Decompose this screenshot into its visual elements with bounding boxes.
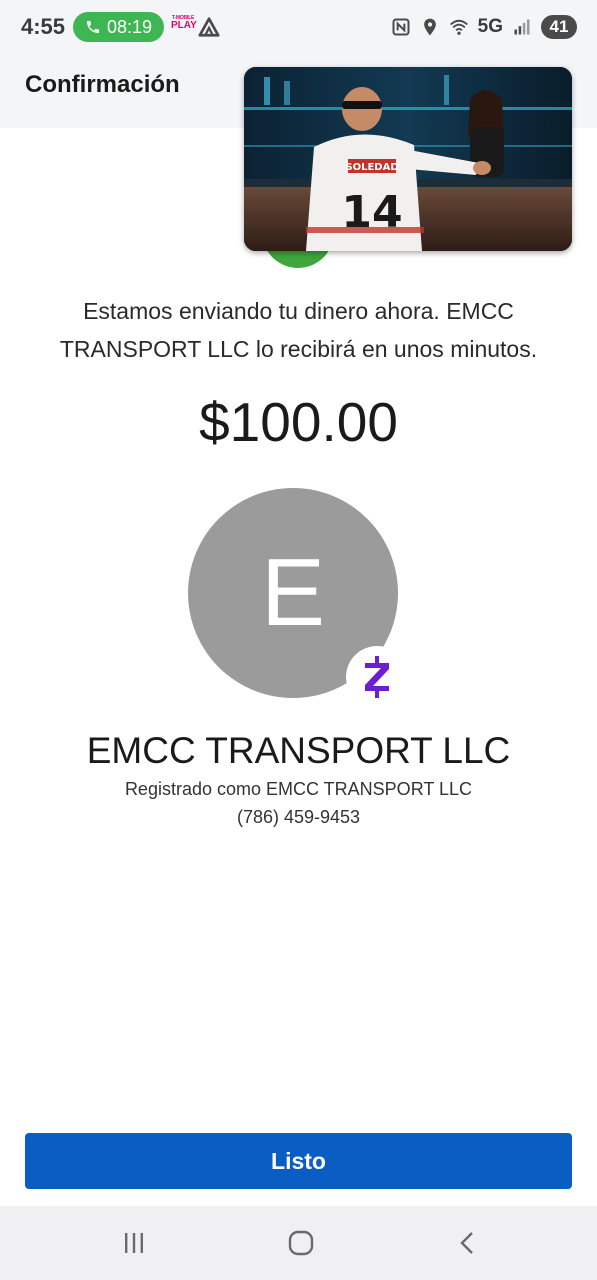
app-notification-icon xyxy=(198,17,220,37)
home-button[interactable] xyxy=(286,1228,316,1258)
recipient-phone: (786) 459-9453 xyxy=(236,807,361,827)
wifi-icon xyxy=(449,19,468,35)
back-button[interactable] xyxy=(453,1228,483,1258)
status-bar: 4:55 08:19 T-MOBILE PLAY 5G 41 xyxy=(0,0,597,56)
tmobile-play-logo: T-MOBILE PLAY xyxy=(171,16,197,31)
carrier-big-label: PLAY xyxy=(171,20,197,31)
confirmation-message: Estamos enviando tu dinero ahora. EMCC T… xyxy=(59,298,538,362)
ongoing-call-pill[interactable]: 08:19 xyxy=(73,12,164,42)
transfer-amount: $100.00 xyxy=(199,391,398,453)
page-title: Confirmación xyxy=(25,71,180,98)
status-time: 4:55 xyxy=(21,14,66,39)
zelle-icon xyxy=(365,656,389,698)
location-icon xyxy=(423,18,436,36)
recent-apps-icon xyxy=(125,1233,143,1253)
call-timer: 08:19 xyxy=(106,16,153,37)
phone-icon xyxy=(86,21,99,33)
system-nav-bar xyxy=(0,1206,597,1280)
recent-apps-button[interactable] xyxy=(119,1228,149,1258)
picture-in-picture-video[interactable]: SOLEDAD 14 xyxy=(244,67,572,251)
home-icon xyxy=(288,1230,314,1256)
registered-as: Registrado como EMCC TRANSPORT LLC xyxy=(124,779,473,799)
recipient-name: EMCC TRANSPORT LLC xyxy=(86,730,511,771)
status-icons: 5G 41 xyxy=(391,12,577,42)
done-button[interactable]: Listo xyxy=(25,1133,572,1189)
avatar-initial: E xyxy=(260,539,326,646)
signal-icon xyxy=(514,19,530,35)
battery-indicator: 41 xyxy=(541,15,577,39)
zelle-badge xyxy=(346,646,408,708)
back-icon xyxy=(460,1232,473,1254)
video-frame: SOLEDAD 14 xyxy=(244,67,572,251)
jersey-text: SOLEDAD xyxy=(345,162,398,173)
nfc-icon xyxy=(392,18,410,36)
network-type: 5G xyxy=(477,16,503,37)
